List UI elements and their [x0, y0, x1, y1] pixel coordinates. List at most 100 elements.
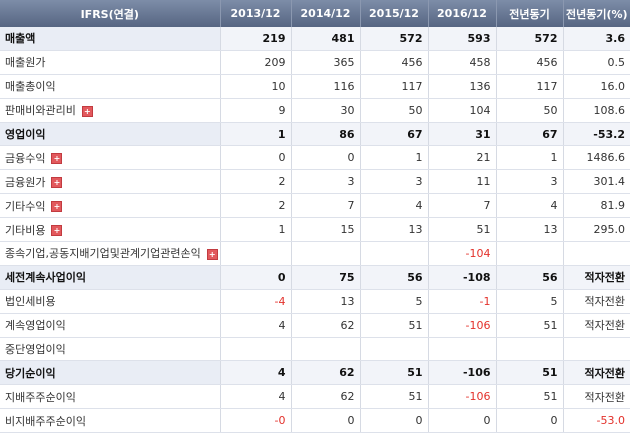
value-cell: 67	[496, 122, 564, 147]
value-cell: 593	[428, 27, 497, 51]
row-label: 종속기업,공동지배기업및관계기업관련손익	[5, 247, 201, 261]
row-label: 법인세비용	[5, 295, 56, 309]
row-label: 매출원가	[5, 56, 46, 70]
value-cell	[220, 241, 292, 266]
header-2014: 2014/12	[291, 0, 361, 27]
value-cell: 1	[220, 217, 292, 243]
value-cell: 3	[496, 169, 564, 195]
row-label: 판매비와관리비	[5, 104, 76, 118]
table-row: 비지배주주순이익 -0 0 0 0 0 -53.0	[0, 408, 630, 434]
value-cell: 9	[220, 98, 292, 123]
row-label: 매출총이익	[5, 80, 56, 94]
value-cell: -106	[428, 384, 497, 410]
value-cell: 4	[496, 193, 564, 219]
row-label-cell: 판매비와관리비 +	[0, 98, 221, 123]
header-2013: 2013/12	[220, 0, 292, 27]
value-cell: 51	[428, 217, 497, 243]
row-label: 영업이익	[5, 128, 46, 141]
value-cell: 51	[360, 384, 429, 410]
row-label-cell: 계속영업이익	[0, 313, 221, 338]
header-ifrs: IFRS(연결)	[0, 0, 221, 27]
value-cell: 0	[220, 145, 292, 171]
row-label-cell: 금융수익 +	[0, 145, 221, 171]
row-label: 비지배주주순이익	[5, 414, 86, 428]
value-cell: 1	[360, 145, 429, 171]
value-cell: 5	[360, 289, 429, 314]
value-cell: 51	[360, 360, 429, 386]
value-cell: -53.0	[563, 408, 630, 434]
value-cell: 0	[291, 408, 361, 434]
row-label: 기타수익	[5, 199, 46, 213]
value-cell: 51	[496, 384, 564, 410]
table-row: 지배주주순이익 4 62 51 -106 51 적자전환	[0, 384, 630, 410]
value-cell: 2	[220, 169, 292, 195]
row-label: 기타비용	[5, 223, 46, 237]
value-cell: 0	[496, 408, 564, 434]
value-cell: 301.4	[563, 169, 630, 195]
value-cell: 0	[291, 145, 361, 171]
value-cell: 10	[220, 74, 292, 99]
value-cell: 4	[220, 384, 292, 410]
value-cell: 56	[496, 265, 564, 290]
value-cell: 30	[291, 98, 361, 123]
value-cell: 136	[428, 74, 497, 99]
value-cell	[496, 241, 564, 266]
row-label-cell: 중단영업이익	[0, 337, 221, 362]
value-cell	[563, 337, 630, 362]
value-cell: 16.0	[563, 74, 630, 99]
expand-plus-icon[interactable]: +	[51, 201, 63, 213]
value-cell: 481	[291, 27, 361, 51]
expand-plus-icon[interactable]: +	[81, 105, 93, 117]
expand-plus-icon[interactable]: +	[51, 225, 63, 237]
value-cell: -53.2	[563, 122, 630, 147]
value-cell: 1	[496, 145, 564, 171]
table-row: 금융수익 +0 0 1 21 1 1486.6	[0, 145, 630, 171]
table-row: 매출원가 209 365 456 458 456 0.5	[0, 50, 630, 75]
value-cell: -4	[220, 289, 292, 314]
row-label: 지배주주순이익	[5, 390, 76, 404]
value-cell: -104	[428, 241, 497, 266]
header-2015: 2015/12	[360, 0, 429, 27]
value-cell: 1486.6	[563, 145, 630, 171]
value-cell: 62	[291, 384, 361, 410]
expand-plus-icon[interactable]: +	[206, 248, 218, 260]
header-2016: 2016/12	[428, 0, 497, 27]
value-cell: 0	[360, 408, 429, 434]
row-label-cell: 매출액	[0, 27, 221, 51]
table-row: 금융원가 +2 3 3 11 3 301.4	[0, 169, 630, 195]
value-cell: 3	[360, 169, 429, 195]
table-row: 중단영업이익	[0, 337, 630, 362]
expand-plus-icon[interactable]: +	[51, 153, 63, 165]
value-cell: 62	[291, 313, 361, 338]
value-cell: 365	[291, 50, 361, 75]
value-cell: 2	[220, 193, 292, 219]
row-label: 계속영업이익	[5, 319, 66, 333]
table-row: 매출총이익 10 116 117 136 117 16.0	[0, 74, 630, 99]
expand-plus-icon[interactable]: +	[51, 177, 63, 189]
value-cell: 86	[291, 122, 361, 147]
value-cell: 7	[428, 193, 497, 219]
value-cell: 104	[428, 98, 497, 123]
value-cell: 0.5	[563, 50, 630, 75]
value-cell: 50	[360, 98, 429, 123]
value-cell: 56	[360, 265, 429, 290]
table-row: 법인세비용 -4 13 5 -1 5 적자전환	[0, 289, 630, 314]
value-cell: 75	[291, 265, 361, 290]
value-cell: 108.6	[563, 98, 630, 123]
value-cell: -1	[428, 289, 497, 314]
value-cell: 11	[428, 169, 497, 195]
row-label-cell: 종속기업,공동지배기업및관계기업관련손익 +	[0, 241, 221, 266]
value-cell: 67	[360, 122, 429, 147]
value-cell: 456	[496, 50, 564, 75]
table-row: 당기순이익 4 62 51 -106 51 적자전환	[0, 360, 630, 386]
value-cell: 0	[220, 265, 292, 290]
table-header-row: IFRS(연결) 2013/12 2014/12 2015/12 2016/12…	[0, 0, 630, 27]
value-cell	[428, 337, 497, 362]
row-label: 세전계속사업이익	[5, 271, 86, 285]
value-cell: 62	[291, 360, 361, 386]
value-cell: 4	[220, 360, 292, 386]
value-cell: 15	[291, 217, 361, 243]
value-cell: -106	[428, 360, 497, 386]
row-label-cell: 당기순이익	[0, 360, 221, 386]
value-cell: 456	[360, 50, 429, 75]
